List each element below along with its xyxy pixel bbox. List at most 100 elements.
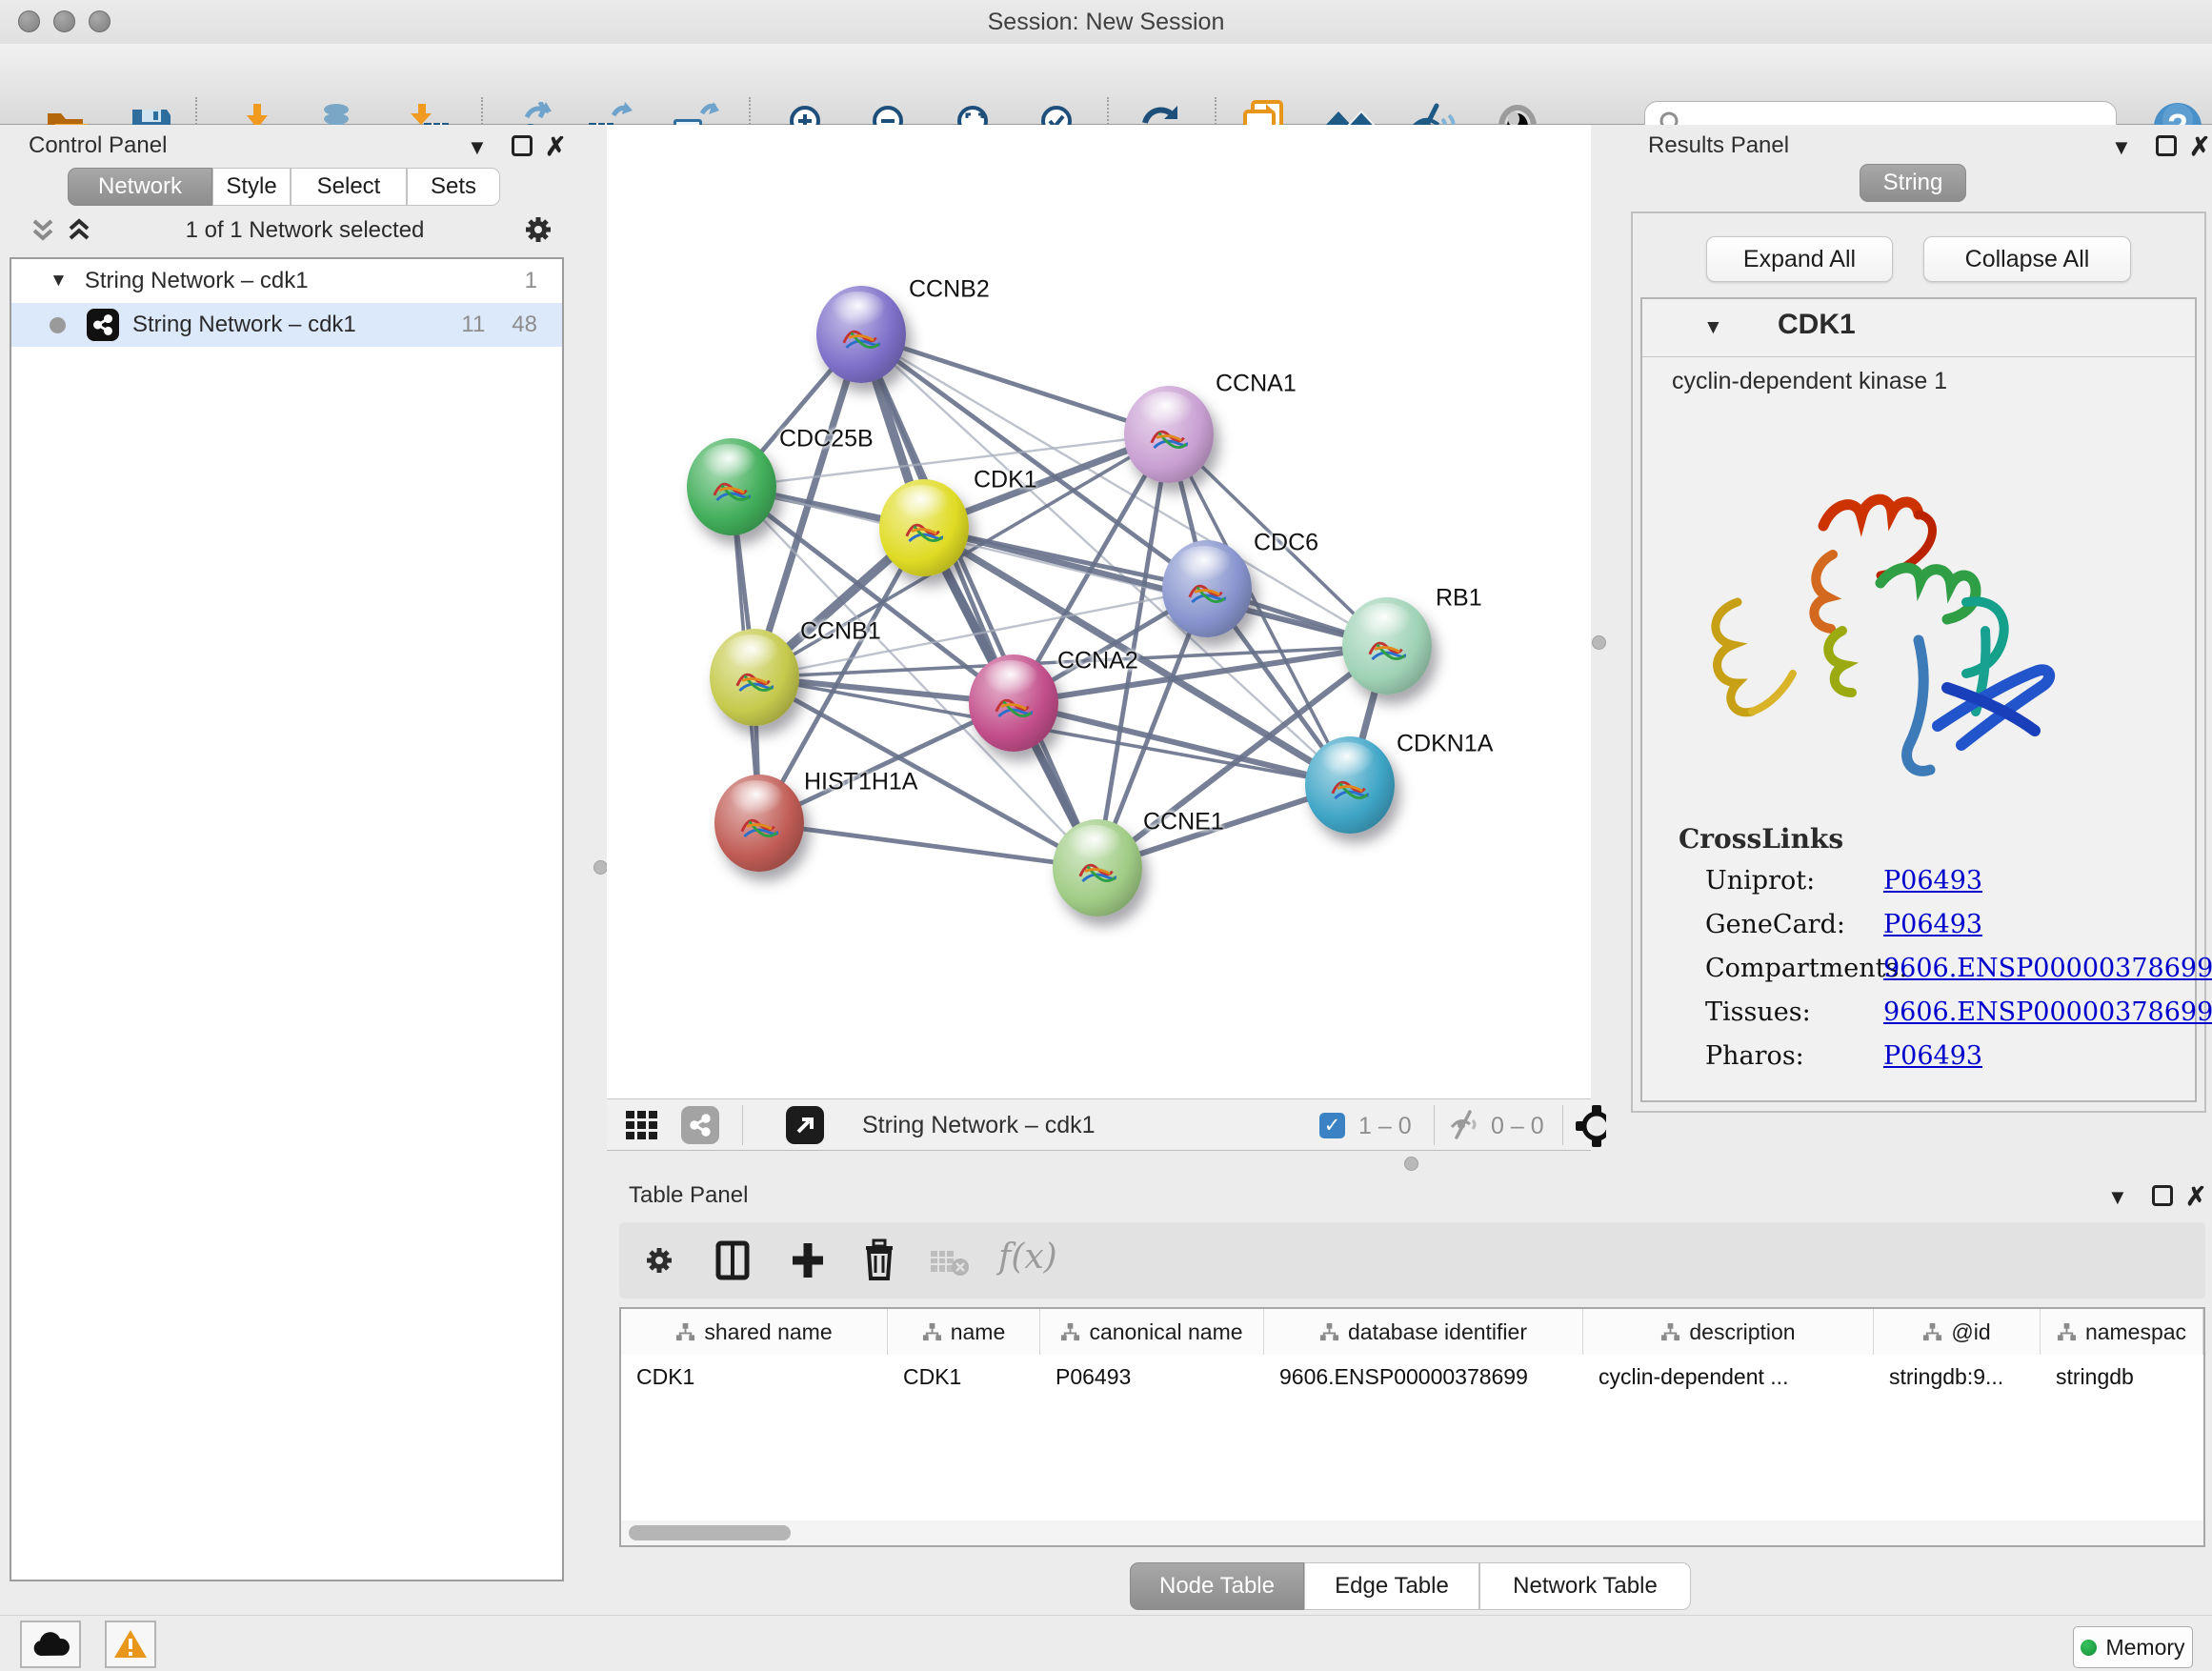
table-cell[interactable]: P06493	[1040, 1355, 1264, 1399]
tab-network[interactable]: Network	[68, 168, 212, 206]
main-toolbar: ?	[0, 44, 2212, 125]
table-cell[interactable]: CDK1	[621, 1355, 888, 1399]
node-HIST1H1A[interactable]	[714, 775, 804, 872]
crosslink-label: Pharos:	[1705, 1041, 1804, 1071]
warning-icon	[113, 1629, 148, 1660]
network-collection-row[interactable]: ▼ String Network – cdk1 1	[11, 259, 562, 303]
panel-float-icon[interactable]	[2152, 1185, 2173, 1206]
network-canvas[interactable]: CCNB2CCNA1CDC25BCDK1CDC6RB1CCNB1CCNA2CDK…	[607, 125, 1591, 1098]
node-CCNB2[interactable]	[816, 286, 906, 383]
vertical-splitter[interactable]	[595, 125, 607, 1615]
gene-collapse-icon[interactable]: ▼	[1703, 316, 1723, 339]
tab-string[interactable]: String	[1860, 164, 1966, 202]
column-header-shared-name[interactable]: shared name	[621, 1309, 888, 1355]
tab-network-table-label: Network Table	[1513, 1573, 1658, 1600]
columns-icon[interactable]	[714, 1239, 752, 1286]
tab-edge-table[interactable]: Edge Table	[1304, 1562, 1479, 1610]
panel-dropdown-icon[interactable]: ▼	[2107, 1185, 2128, 1210]
tab-edge-table-label: Edge Table	[1335, 1573, 1449, 1600]
node-CCNE1[interactable]	[1053, 819, 1142, 916]
selected-count: 1 – 0	[1358, 1113, 1412, 1140]
memory-button[interactable]: Memory	[2073, 1626, 2193, 1668]
protein-structure-image	[1680, 412, 2081, 812]
tab-network-table[interactable]: Network Table	[1479, 1562, 1691, 1610]
gene-name: CDK1	[1778, 309, 1856, 341]
gene-section: ▼ CDK1 cyclin-dependent kinase 1 CrossLi…	[1640, 297, 2197, 1102]
selected-checkbox-icon[interactable]: ✓	[1319, 1113, 1345, 1138]
column-header-canonical-name[interactable]: canonical name	[1040, 1309, 1264, 1355]
table-cell[interactable]: stringdb	[2041, 1355, 2203, 1399]
column-header-label: @id	[1951, 1319, 1990, 1345]
splitter-handle[interactable]	[1592, 635, 1606, 650]
expand-all-networks-icon[interactable]	[65, 215, 93, 251]
crosslink-link[interactable]: 9606.ENSP00000378699	[1883, 954, 2212, 983]
table-cell[interactable]: CDK1	[888, 1355, 1040, 1399]
share-view-icon[interactable]	[681, 1106, 719, 1144]
panel-close-icon[interactable]: ✗	[545, 132, 567, 162]
panel-float-icon[interactable]	[512, 135, 533, 156]
tab-select[interactable]: Select	[291, 168, 407, 206]
column-header-label: canonical name	[1089, 1319, 1242, 1345]
node-CDC6[interactable]	[1162, 540, 1252, 637]
tab-node-table[interactable]: Node Table	[1130, 1562, 1304, 1610]
tab-node-table-label: Node Table	[1159, 1573, 1275, 1600]
toolbar-separator	[742, 1105, 743, 1145]
table-cell[interactable]: stringdb:9...	[1874, 1355, 2041, 1399]
add-column-icon[interactable]	[789, 1239, 827, 1286]
column-header--id[interactable]: @id	[1874, 1309, 2041, 1355]
crosslink-label: Tissues:	[1705, 997, 1811, 1027]
panel-close-icon[interactable]: ✗	[2185, 1182, 2207, 1212]
network-view-title: String Network – cdk1	[862, 1112, 1096, 1139]
tab-style-label: Style	[226, 173, 276, 200]
collapse-all-networks-icon[interactable]	[29, 215, 57, 251]
vertical-splitter-right[interactable]	[1591, 125, 1606, 1177]
memory-status-dot	[2081, 1640, 2097, 1656]
trash-icon[interactable]	[860, 1238, 898, 1287]
tab-network-label: Network	[98, 173, 182, 200]
network-row[interactable]: String Network – cdk1 11 48	[11, 303, 562, 347]
cloud-icon	[31, 1631, 70, 1658]
horizontal-splitter-handle[interactable]	[1404, 1157, 1418, 1171]
gear-icon[interactable]	[519, 211, 557, 253]
warning-button[interactable]	[105, 1621, 156, 1668]
splitter-handle[interactable]	[593, 860, 608, 875]
hscrollbar-thumb[interactable]	[629, 1525, 791, 1540]
control-panel: Control Panel ▼ ✗ Network Style Select S…	[0, 125, 595, 1615]
column-header-database-identifier[interactable]: database identifier	[1264, 1309, 1583, 1355]
crosslink-link[interactable]: P06493	[1883, 910, 1982, 939]
crosslink-link[interactable]: P06493	[1883, 866, 1982, 896]
node-CDK1[interactable]	[879, 479, 969, 576]
column-header-name[interactable]: name	[888, 1309, 1040, 1355]
panel-dropdown-icon[interactable]: ▼	[2111, 135, 2132, 160]
collapse-all-button[interactable]: Collapse All	[1923, 236, 2131, 282]
delete-table-icon[interactable]	[929, 1247, 971, 1282]
node-CCNA2[interactable]	[969, 654, 1058, 752]
node-CCNB1[interactable]	[710, 629, 799, 726]
status-bar: Memory	[0, 1615, 2212, 1671]
table-cell[interactable]: cyclin-dependent ...	[1583, 1355, 1874, 1399]
grid-icon[interactable]	[624, 1107, 660, 1148]
tab-sets-label: Sets	[431, 173, 476, 200]
column-header-namespac[interactable]: namespac	[2041, 1309, 2203, 1355]
panel-dropdown-icon[interactable]: ▼	[467, 135, 488, 160]
panel-float-icon[interactable]	[2156, 135, 2177, 156]
tab-sets[interactable]: Sets	[407, 168, 500, 206]
table-hscrollbar[interactable]	[621, 1520, 2203, 1545]
function-builder-icon[interactable]: f(x)	[998, 1238, 1057, 1277]
column-header-description[interactable]: description	[1583, 1309, 1874, 1355]
crosslink-link[interactable]: 9606.ENSP00000378699	[1883, 997, 2212, 1027]
table-cell[interactable]: 9606.ENSP00000378699	[1264, 1355, 1583, 1399]
tab-style[interactable]: Style	[212, 168, 291, 206]
node-CCNA1[interactable]	[1124, 386, 1214, 483]
panel-close-icon[interactable]: ✗	[2189, 132, 2211, 162]
node-CDKN1A[interactable]	[1305, 736, 1395, 834]
node-CDC25B[interactable]	[687, 438, 776, 535]
collapse-triangle-icon[interactable]: ▼	[50, 271, 68, 292]
open-in-new-icon[interactable]	[786, 1106, 824, 1144]
cloud-button[interactable]	[20, 1621, 81, 1668]
node-RB1[interactable]	[1342, 597, 1432, 695]
expand-all-button[interactable]: Expand All	[1706, 236, 1893, 282]
hidden-eye-icon[interactable]	[1449, 1109, 1483, 1146]
crosslink-link[interactable]: P06493	[1883, 1041, 1982, 1071]
gear-icon[interactable]	[640, 1241, 678, 1284]
